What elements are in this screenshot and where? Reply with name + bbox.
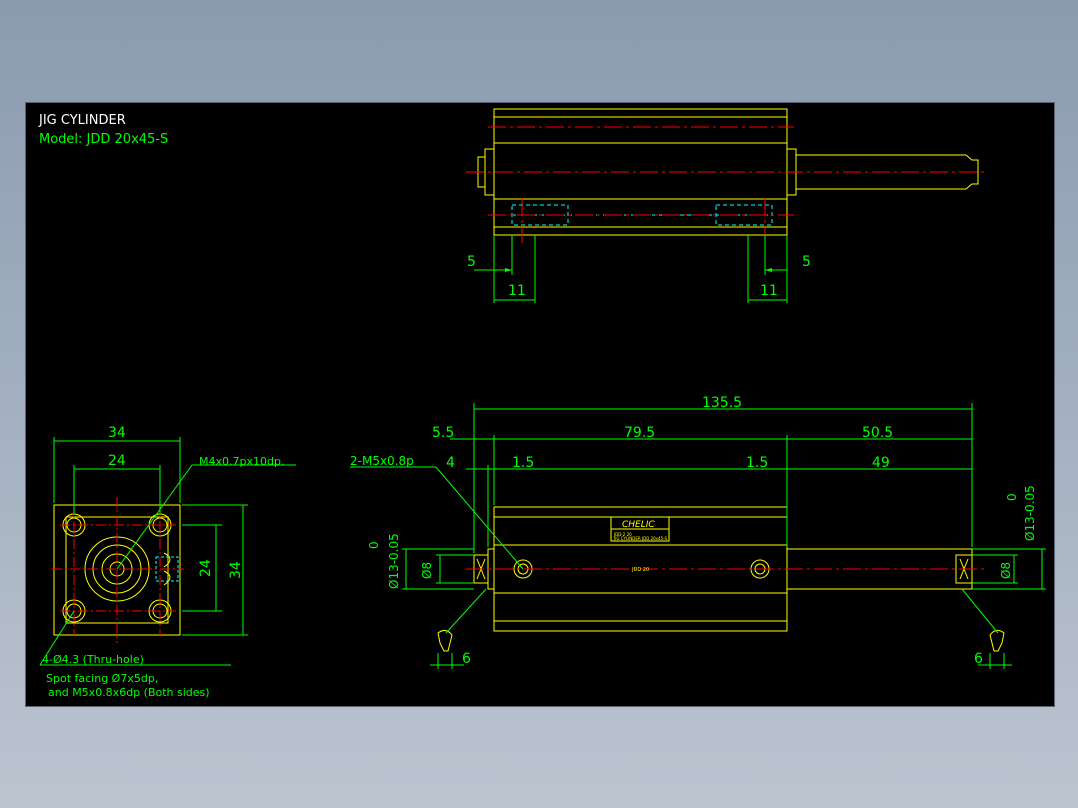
tol-left-upper: 0 [367,541,381,549]
drawing-title: JIG CYLINDER [38,113,126,128]
dim-end-height-inner: 24 [198,559,214,577]
cad-drawing: JIG CYLINDER Model: JDD 20x45-S 5 5 11 1… [38,108,1046,699]
callout-thread: M4x0.7px10dp. [199,455,284,468]
dim-top-right-offset: 5 [802,254,811,270]
tol-left-lower: Ø13-0.05 [387,533,401,589]
drawing-canvas[interactable]: JIG CYLINDER Model: JDD 20x45-S 5 5 11 1… [25,102,1055,707]
dim-rod-ext: 49 [872,455,890,471]
tol-right-upper: 0 [1005,493,1019,501]
model-label: Model: JDD 20x45-S [39,132,168,147]
dia-right: Ø8 [999,562,1013,579]
callout-holes: 4-Ø4.3 (Thru-hole) [42,653,144,666]
dim-end-height-outer: 34 [228,561,244,579]
dim-top-left-width: 11 [508,283,526,299]
dim-top-right-width: 11 [760,283,778,299]
dim-body-length: 79.5 [624,425,655,441]
dim-step-left: 4 [446,455,455,471]
tol-right-lower: Ø13-0.05 [1023,485,1037,541]
dim-wrench-left: 6 [462,651,471,667]
side-view: 135.5 5.5 79.5 50.5 4 1.5 1.5 49 6 6 2-M… [350,395,1046,669]
body-center-label: JDD 20 [631,567,649,573]
top-view: 5 5 11 11 [466,108,986,303]
dia-left: Ø8 [420,562,434,579]
dim-step-right: 1.5 [746,455,768,471]
nameplate-brand: CHELIC [622,520,655,530]
nameplate-line2: JIG CYLINDER JDD 20x45-S [613,536,668,541]
callout-spot-line1: Spot facing Ø7x5dp, [46,672,158,685]
dim-rod-length: 50.5 [862,425,893,441]
end-view: 34 24 24 34 M4x0.7px10dp. 4-Ø4.3 (Thru-h… [39,425,296,699]
dim-end-width-inner: 24 [108,453,126,469]
dim-total-length: 135.5 [702,395,742,411]
dim-top-left-offset: 5 [467,254,476,270]
dim-left-end: 5.5 [432,425,454,441]
dim-end-width-outer: 34 [108,425,126,441]
callout-ports: 2-M5x0.8p [350,454,414,468]
callout-spot-line2: and M5x0.8x6dp (Both sides) [48,686,210,699]
dim-step-left2: 1.5 [512,455,534,471]
dim-wrench-right: 6 [974,651,983,667]
